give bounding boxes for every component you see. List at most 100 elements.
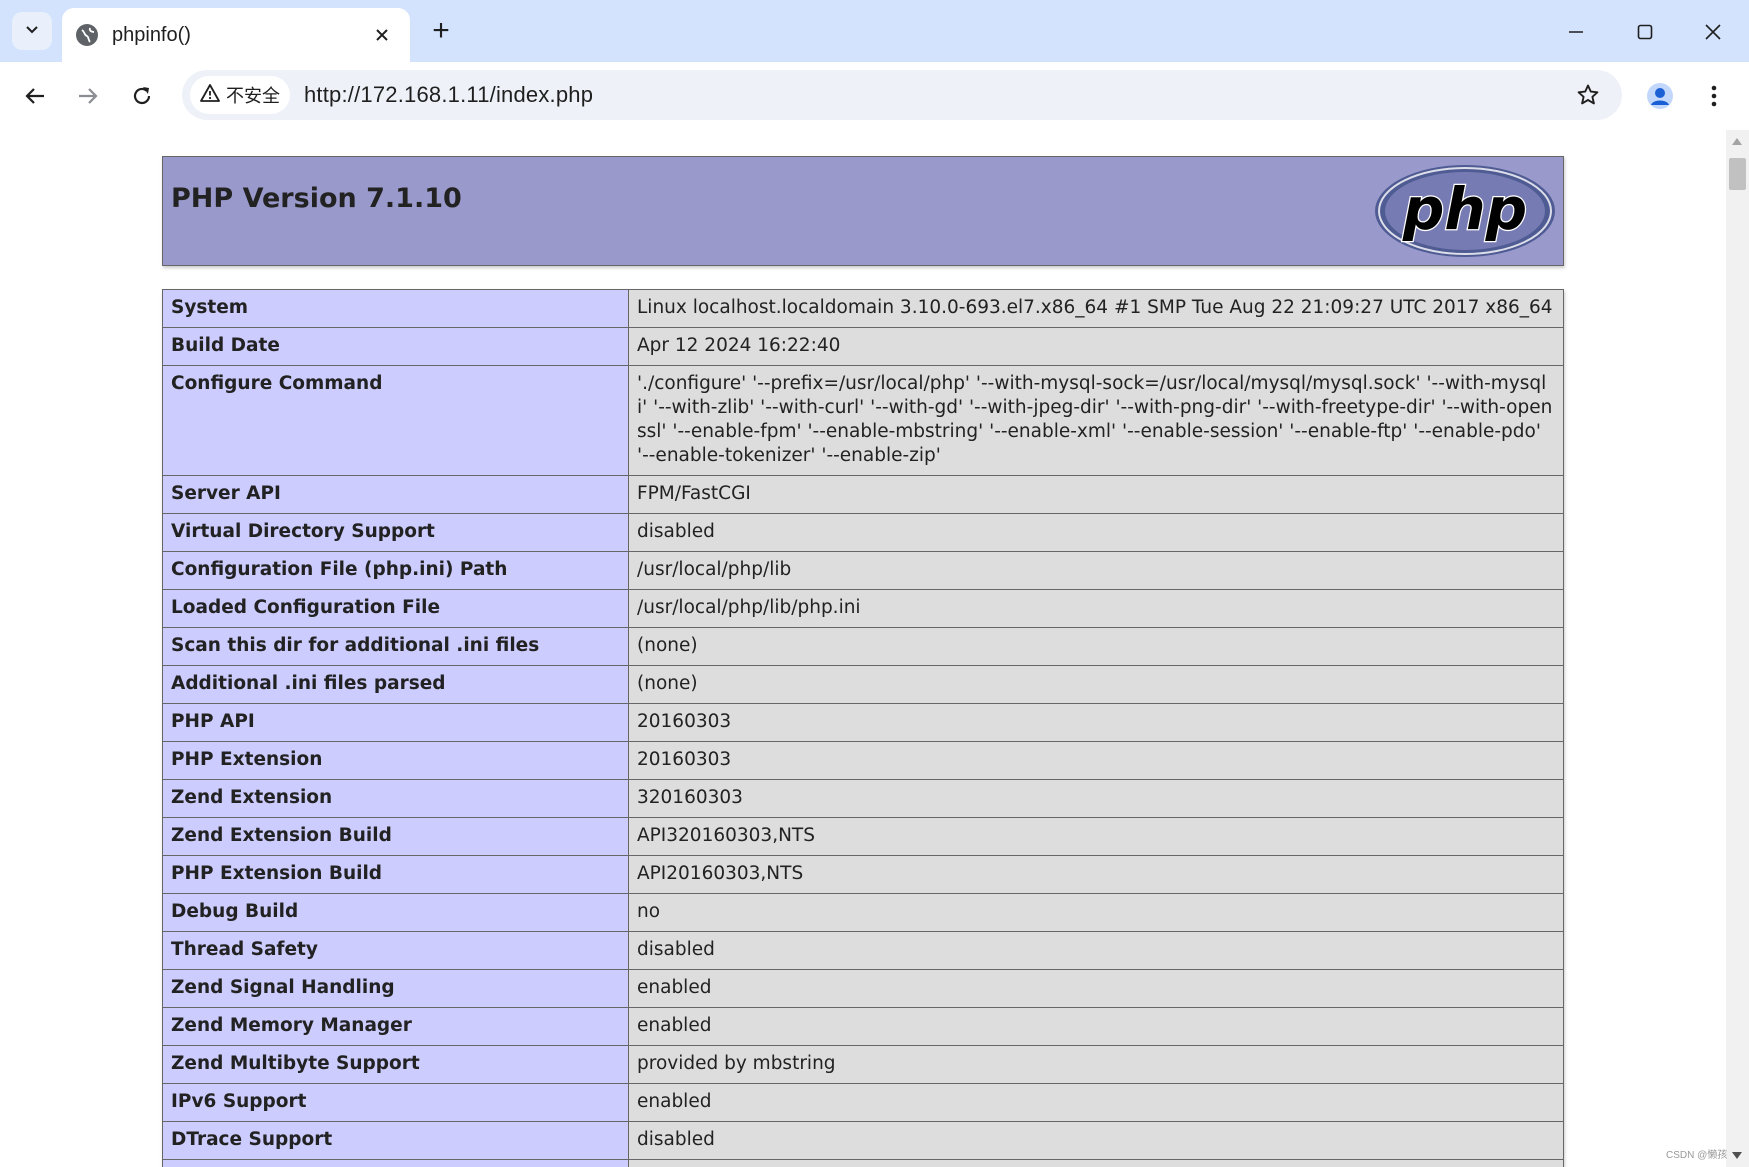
watermark: CSDN @懒孩: [1666, 1150, 1728, 1161]
row-value: no: [628, 893, 1564, 932]
scroll-down-arrow-icon[interactable]: [1732, 1152, 1742, 1159]
row-key: PHP Extension: [162, 741, 629, 780]
row-value: API320160303,NTS: [628, 817, 1564, 856]
row-key: Build Date: [162, 327, 629, 366]
row-key: PHP API: [162, 703, 629, 742]
row-key: PHP Extension Build: [162, 855, 629, 894]
row-key: Virtual Directory Support: [162, 513, 629, 552]
tab-search-button[interactable]: [12, 12, 52, 50]
row-key: Server API: [162, 475, 629, 514]
table-row: Zend Extension Build API320160303,NTS: [162, 817, 1564, 856]
row-key: Additional .ini files parsed: [162, 665, 629, 704]
row-key: DTrace Support: [162, 1121, 629, 1160]
address-bar[interactable]: 不安全 http://172.168.1.11/index.php: [182, 70, 1622, 120]
row-value: disabled: [628, 931, 1564, 970]
chevron-down-icon: [24, 21, 40, 42]
php-logo[interactable]: php: [1373, 163, 1557, 263]
browser-toolbar: 不安全 http://172.168.1.11/index.php: [0, 62, 1749, 130]
row-key: System: [162, 289, 629, 328]
table-row: System Linux localhost.localdomain 3.10.0…: [162, 289, 1564, 328]
row-value: disabled: [628, 1121, 1564, 1160]
phpinfo-container: PHP Version 7.1.10 php System Linux local…: [162, 156, 1564, 1167]
row-key: Zend Multibyte Support: [162, 1045, 629, 1084]
table-row: Zend Multibyte Support provided by mbstri…: [162, 1045, 1564, 1084]
row-key: Configuration File (php.ini) Path: [162, 551, 629, 590]
close-tab-icon[interactable]: [368, 21, 396, 49]
more-menu-icon[interactable]: [1694, 76, 1734, 116]
row-value: provided by mbstring: [628, 1045, 1564, 1084]
row-value: 320160303: [628, 779, 1564, 818]
minimize-icon[interactable]: [1553, 12, 1599, 52]
table-row: Zend Extension 320160303: [162, 779, 1564, 818]
row-value: 20160303: [628, 703, 1564, 742]
row-key: Loaded Configuration File: [162, 589, 629, 628]
table-row: Virtual Directory Support disabled: [162, 513, 1564, 552]
table-row: IPv6 Support enabled: [162, 1083, 1564, 1122]
row-value: Apr 12 2024 16:22:40: [628, 327, 1564, 366]
table-row: Configure Command './configure' '--prefix…: [162, 365, 1564, 476]
row-key: Zend Extension Build: [162, 817, 629, 856]
table-row: Build Date Apr 12 2024 16:22:40: [162, 327, 1564, 366]
info-table: System Linux localhost.localdomain 3.10.0…: [162, 289, 1564, 1167]
back-arrow-icon[interactable]: [15, 76, 55, 116]
table-row: Registered PHP Streamshttps, ftps, compr…: [162, 1159, 1564, 1167]
active-tab[interactable]: phpinfo(): [62, 8, 410, 62]
table-row: Zend Signal Handling enabled: [162, 969, 1564, 1008]
table-row: Additional .ini files parsed (none): [162, 665, 1564, 704]
reload-icon[interactable]: [122, 76, 162, 116]
row-value: FPM/FastCGI: [628, 475, 1564, 514]
row-value: /usr/local/php/lib/php.ini: [628, 589, 1564, 628]
table-row: PHP Extension 20160303: [162, 741, 1564, 780]
row-key: Configure Command: [162, 365, 629, 476]
forward-arrow-icon[interactable]: [68, 76, 108, 116]
table-row: Scan this dir for additional .ini files(…: [162, 627, 1564, 666]
table-row: DTrace Support disabled: [162, 1121, 1564, 1160]
row-value: disabled: [628, 513, 1564, 552]
table-row: Configuration File (php.ini) Path/usr/lo…: [162, 551, 1564, 590]
row-value: 20160303: [628, 741, 1564, 780]
row-key: Zend Signal Handling: [162, 969, 629, 1008]
security-label: 不安全: [226, 86, 280, 106]
row-value: /usr/local/php/lib: [628, 551, 1564, 590]
url-text[interactable]: http://172.168.1.11/index.php: [304, 82, 593, 108]
row-key: IPv6 Support: [162, 1083, 629, 1122]
tab-title: phpinfo(): [112, 23, 191, 46]
globe-icon: [76, 24, 98, 46]
row-value: enabled: [628, 1083, 1564, 1122]
row-key: Thread Safety: [162, 931, 629, 970]
table-row: Server API FPM/FastCGI: [162, 475, 1564, 514]
table-row: Zend Memory Manager enabled: [162, 1007, 1564, 1046]
row-value: Linux localhost.localdomain 3.10.0-693.e…: [628, 289, 1564, 328]
row-key: Zend Extension: [162, 779, 629, 818]
row-key: Debug Build: [162, 893, 629, 932]
window-close-icon[interactable]: [1690, 12, 1736, 52]
security-chip[interactable]: 不安全: [190, 76, 290, 114]
row-key: Registered PHP Streams: [162, 1159, 629, 1167]
table-row: Loaded Configuration File/usr/local/php/…: [162, 589, 1564, 628]
phpinfo-header: PHP Version 7.1.10 php: [162, 156, 1564, 266]
row-key: Scan this dir for additional .ini files: [162, 627, 629, 666]
php-logo-text: php: [1402, 175, 1527, 243]
scroll-up-arrow-icon[interactable]: [1732, 138, 1742, 145]
browser-window: phpinfo() + 不安全 http://172.168.1.11/inde…: [0, 0, 1749, 1167]
tab-strip: phpinfo() +: [0, 0, 1749, 62]
table-row: PHP Extension Build API20160303,NTS: [162, 855, 1564, 894]
row-value: https, ftps, compress.zlib, php, file, g…: [628, 1159, 1564, 1167]
row-value: API20160303,NTS: [628, 855, 1564, 894]
warning-icon: [200, 83, 220, 108]
vertical-scrollbar[interactable]: [1726, 130, 1749, 1167]
table-row: PHP API 20160303: [162, 703, 1564, 742]
new-tab-button[interactable]: +: [426, 14, 456, 47]
row-value: './configure' '--prefix=/usr/local/php' …: [628, 365, 1564, 476]
page-content: PHP Version 7.1.10 php System Linux local…: [0, 130, 1726, 1167]
table-row: Debug Build no: [162, 893, 1564, 932]
row-key: Zend Memory Manager: [162, 1007, 629, 1046]
row-value: (none): [628, 627, 1564, 666]
page-title: PHP Version 7.1.10: [171, 183, 462, 214]
bookmark-star-icon[interactable]: [1572, 79, 1604, 111]
row-value: enabled: [628, 969, 1564, 1008]
profile-avatar-icon[interactable]: [1640, 76, 1680, 116]
maximize-icon[interactable]: [1622, 12, 1668, 52]
row-value: enabled: [628, 1007, 1564, 1046]
scroll-thumb[interactable]: [1729, 158, 1746, 190]
